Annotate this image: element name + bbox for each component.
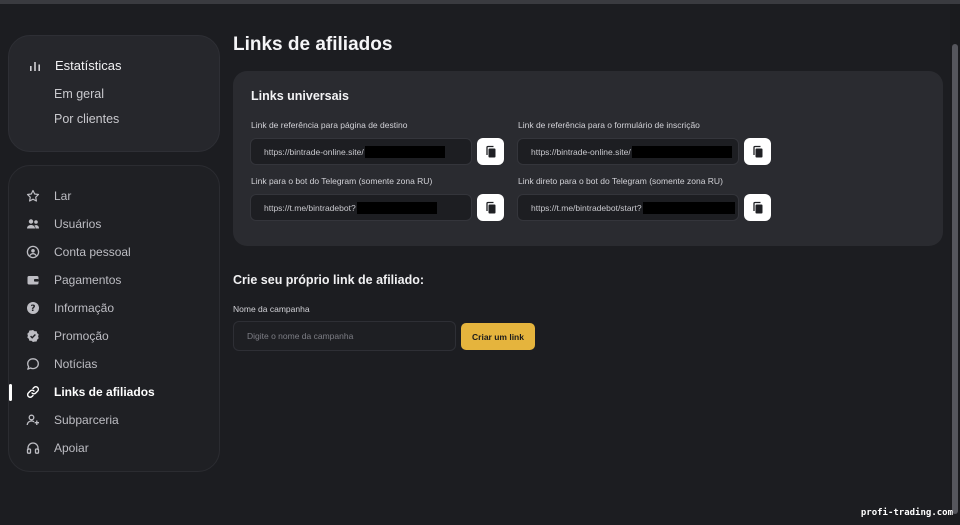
link-label-telegram-direct: Link direto para o bot do Telegram (some… xyxy=(518,176,723,186)
sidebar-item-label: Pagamentos xyxy=(54,273,122,287)
sidebar-item-news[interactable]: Notícias xyxy=(26,354,97,374)
link-label-telegram-bot: Link para o bot do Telegram (somente zon… xyxy=(251,176,433,186)
link-field-telegram-bot[interactable]: https://t.me/bintradebot? xyxy=(250,194,472,221)
universal-links-card: Links universais Link de referência para… xyxy=(233,71,943,246)
bar-chart-icon xyxy=(28,59,42,73)
campaign-name-input[interactable] xyxy=(233,321,456,351)
copy-icon xyxy=(751,145,765,159)
window-top-bar xyxy=(0,0,960,4)
copy-button-telegram-direct[interactable] xyxy=(744,194,771,221)
sidebar-item-personal-account[interactable]: Conta pessoal xyxy=(26,242,131,262)
sidebar-item-payments[interactable]: Pagamentos xyxy=(26,270,121,290)
copy-icon xyxy=(484,201,498,215)
sidebar-nav: Lar Usuários Conta pessoal Pagamentos ? … xyxy=(8,165,220,472)
sidebar-item-home[interactable]: Lar xyxy=(26,186,71,206)
sidebar-item-information[interactable]: ? Informação xyxy=(26,298,114,318)
copy-button-landing[interactable] xyxy=(477,138,504,165)
help-icon: ? xyxy=(26,301,40,315)
link-url: https://bintrade-online.site/ xyxy=(264,146,364,157)
sidebar-item-label: Links de afiliados xyxy=(54,385,155,399)
link-url: https://t.me/bintradebot/start? xyxy=(531,202,642,213)
users-icon xyxy=(26,217,40,231)
copy-icon xyxy=(751,201,765,215)
sidebar-item-label: Conta pessoal xyxy=(54,245,131,259)
link-url: https://t.me/bintradebot? xyxy=(264,202,356,213)
headphones-icon xyxy=(26,441,40,455)
sidebar-item-label: Subparceria xyxy=(54,413,119,427)
sidebar-item-label: Promoção xyxy=(54,329,109,343)
scrollbar[interactable] xyxy=(950,4,960,525)
link-label-landing: Link de referência para página de destin… xyxy=(251,120,408,130)
svg-text:?: ? xyxy=(30,304,35,314)
page-title: Links de afiliados xyxy=(233,34,393,55)
sidebar-item-label: Informação xyxy=(54,301,115,315)
redacted-block xyxy=(642,201,735,214)
stats-panel: Estatísticas Em geral Por clientes xyxy=(8,35,220,152)
copy-button-telegram-bot[interactable] xyxy=(477,194,504,221)
sidebar-item-subpartnership[interactable]: Subparceria xyxy=(26,410,119,430)
copy-icon xyxy=(484,145,498,159)
link-url: https://bintrade-online.site/ xyxy=(531,146,631,157)
user-plus-icon xyxy=(26,413,40,427)
custom-link-title: Crie seu próprio link de afiliado: xyxy=(233,273,425,287)
universal-links-title: Links universais xyxy=(251,89,349,103)
chat-icon xyxy=(26,357,40,371)
sidebar-item-users[interactable]: Usuários xyxy=(26,214,101,234)
redacted-block xyxy=(631,145,732,158)
link-field-landing[interactable]: https://bintrade-online.site/ xyxy=(250,138,472,165)
link-field-signup[interactable]: https://bintrade-online.site/ xyxy=(517,138,739,165)
sidebar-item-label: Lar xyxy=(54,189,72,203)
link-field-telegram-direct[interactable]: https://t.me/bintradebot/start? xyxy=(517,194,739,221)
stats-header[interactable]: Estatísticas xyxy=(28,58,121,73)
badge-check-icon xyxy=(26,329,40,343)
sidebar-item-label: Notícias xyxy=(54,357,98,371)
sidebar-item-promotion[interactable]: Promoção xyxy=(26,326,109,346)
stats-item-by-clients[interactable]: Por clientes xyxy=(54,112,119,126)
redacted-block xyxy=(356,201,437,214)
link-icon xyxy=(26,385,40,399)
sidebar-item-label: Apoiar xyxy=(54,441,89,455)
user-circle-icon xyxy=(26,245,40,259)
sidebar-item-affiliate-links[interactable]: Links de afiliados xyxy=(26,382,155,402)
campaign-name-label: Nome da campanha xyxy=(233,304,310,314)
watermark: profi-trading.com xyxy=(860,508,953,518)
sidebar-item-support[interactable]: Apoiar xyxy=(26,438,89,458)
link-label-signup: Link de referência para o formulário de … xyxy=(518,120,700,130)
create-link-button[interactable]: Criar um link xyxy=(461,323,535,350)
sidebar-item-label: Usuários xyxy=(54,217,102,231)
copy-button-signup[interactable] xyxy=(744,138,771,165)
wallet-icon xyxy=(26,273,40,287)
stats-item-general[interactable]: Em geral xyxy=(54,87,104,101)
stats-title: Estatísticas xyxy=(55,58,122,73)
active-indicator xyxy=(9,384,12,401)
redacted-block xyxy=(364,145,445,158)
star-icon xyxy=(26,189,40,203)
scrollbar-thumb[interactable] xyxy=(952,44,958,514)
